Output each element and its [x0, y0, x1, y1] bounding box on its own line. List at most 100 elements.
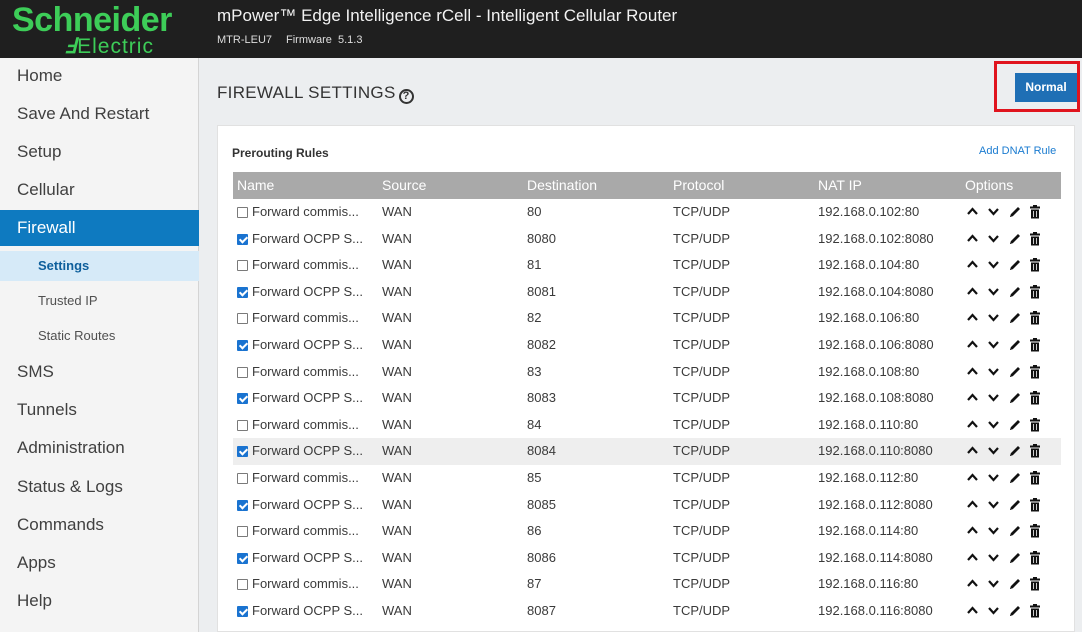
sidebar-item-tunnels[interactable]: Tunnels — [0, 392, 199, 428]
trash-icon[interactable] — [1028, 465, 1044, 491]
chevron-down-icon[interactable] — [986, 571, 1002, 597]
help-icon[interactable]: ? — [398, 89, 414, 104]
sidebar-item-save-and-restart[interactable]: Save And Restart — [0, 96, 199, 132]
chevron-down-icon[interactable] — [986, 492, 1002, 518]
rule-enabled-checkbox[interactable] — [237, 207, 248, 218]
chevron-up-icon[interactable] — [965, 598, 981, 624]
pencil-icon[interactable] — [1007, 359, 1023, 385]
trash-icon[interactable] — [1028, 385, 1044, 411]
schneider-electric-logo[interactable]: Schneider ℲElectric — [12, 2, 202, 58]
rule-enabled-checkbox[interactable] — [237, 579, 248, 591]
trash-icon[interactable] — [1028, 412, 1044, 438]
add-dnat-rule-link[interactable]: Add DNAT Rule — [979, 145, 1056, 157]
table-row[interactable]: Forward commis... WAN 82 TCP/UDP 192.168.0.1… — [233, 305, 1061, 332]
chevron-up-icon[interactable] — [965, 332, 981, 358]
pencil-icon[interactable] — [1007, 385, 1023, 411]
pencil-icon[interactable] — [1007, 492, 1023, 518]
chevron-down-icon[interactable] — [986, 199, 1002, 225]
chevron-down-icon[interactable] — [986, 412, 1002, 438]
trash-icon[interactable] — [1028, 545, 1044, 571]
chevron-up-icon[interactable] — [965, 279, 981, 305]
chevron-up-icon[interactable] — [965, 465, 981, 491]
sidebar-item-cellular[interactable]: Cellular — [0, 172, 199, 208]
trash-icon[interactable] — [1028, 279, 1044, 305]
sidebar-subitem-settings[interactable]: Settings — [0, 251, 199, 281]
pencil-icon[interactable] — [1007, 412, 1023, 438]
chevron-down-icon[interactable] — [986, 598, 1002, 624]
chevron-down-icon[interactable] — [986, 545, 1002, 571]
table-row[interactable]: Forward OCPP S... WAN 8080 TCP/UDP 192.168.0… — [233, 226, 1061, 253]
chevron-down-icon[interactable] — [986, 305, 1002, 331]
rule-enabled-checkbox[interactable] — [237, 313, 248, 325]
trash-icon[interactable] — [1028, 571, 1044, 597]
chevron-down-icon[interactable] — [986, 385, 1002, 411]
rule-enabled-checkbox[interactable] — [237, 473, 248, 484]
chevron-down-icon[interactable] — [986, 226, 1002, 252]
table-row[interactable]: Forward commis... WAN 84 TCP/UDP 192.168.0.1… — [233, 412, 1061, 439]
chevron-up-icon[interactable] — [965, 385, 981, 411]
pencil-icon[interactable] — [1007, 465, 1023, 491]
chevron-up-icon[interactable] — [965, 518, 981, 544]
pencil-icon[interactable] — [1007, 199, 1023, 225]
pencil-icon[interactable] — [1007, 332, 1023, 358]
table-row[interactable]: Forward OCPP S... WAN 8087 TCP/UDP 192.168.0… — [233, 598, 1061, 625]
chevron-up-icon[interactable] — [965, 412, 981, 438]
rule-enabled-checkbox[interactable] — [237, 340, 248, 351]
chevron-down-icon[interactable] — [986, 359, 1002, 385]
chevron-up-icon[interactable] — [965, 545, 981, 571]
sidebar-item-sms[interactable]: SMS — [0, 354, 199, 390]
sidebar-item-firewall[interactable]: Firewall — [0, 210, 199, 246]
trash-icon[interactable] — [1028, 332, 1044, 358]
table-row[interactable]: Forward commis... WAN 86 TCP/UDP 192.168.0.1… — [233, 518, 1061, 545]
rule-enabled-checkbox[interactable] — [237, 393, 248, 405]
table-row[interactable]: Forward commis... WAN 87 TCP/UDP 192.168.0.1… — [233, 571, 1061, 598]
table-row[interactable]: Forward OCPP S... WAN 8084 TCP/UDP 192.168.0… — [233, 438, 1061, 465]
rule-enabled-checkbox[interactable] — [237, 260, 248, 272]
rule-enabled-checkbox[interactable] — [237, 419, 248, 431]
rule-enabled-checkbox[interactable] — [237, 286, 248, 298]
chevron-down-icon[interactable] — [986, 438, 1002, 464]
chevron-up-icon[interactable] — [965, 571, 981, 597]
chevron-up-icon[interactable] — [965, 438, 981, 464]
trash-icon[interactable] — [1028, 518, 1044, 544]
trash-icon[interactable] — [1028, 252, 1044, 278]
sidebar-item-status-logs[interactable]: Status & Logs — [0, 469, 199, 505]
pencil-icon[interactable] — [1007, 438, 1023, 464]
chevron-up-icon[interactable] — [965, 252, 981, 278]
rule-enabled-checkbox[interactable] — [237, 446, 248, 458]
trash-icon[interactable] — [1028, 598, 1044, 624]
chevron-up-icon[interactable] — [965, 199, 981, 225]
table-row[interactable]: Forward commis... WAN 83 TCP/UDP 192.168.0.1… — [233, 359, 1061, 386]
chevron-up-icon[interactable] — [965, 226, 981, 252]
trash-icon[interactable] — [1028, 199, 1044, 225]
trash-icon[interactable] — [1028, 305, 1044, 331]
pencil-icon[interactable] — [1007, 279, 1023, 305]
sidebar-subitem-static-routes[interactable]: Static Routes — [0, 321, 199, 351]
pencil-icon[interactable] — [1007, 571, 1023, 597]
table-row[interactable]: Forward OCPP S... WAN 8086 TCP/UDP 192.168.0… — [233, 545, 1061, 572]
trash-icon[interactable] — [1028, 226, 1044, 252]
pencil-icon[interactable] — [1007, 252, 1023, 278]
rule-enabled-checkbox[interactable] — [237, 233, 248, 245]
table-row[interactable]: Forward commis... WAN 81 TCP/UDP 192.168.0.1… — [233, 252, 1061, 279]
pencil-icon[interactable] — [1007, 518, 1023, 544]
table-row[interactable]: Forward OCPP S... WAN 8082 TCP/UDP 192.168.0… — [233, 332, 1061, 359]
rule-enabled-checkbox[interactable] — [237, 499, 248, 511]
trash-icon[interactable] — [1028, 492, 1044, 518]
trash-icon[interactable] — [1028, 359, 1044, 385]
trash-icon[interactable] — [1028, 438, 1044, 464]
table-row[interactable]: Forward OCPP S... WAN 8085 TCP/UDP 192.168.0… — [233, 492, 1061, 519]
sidebar-item-apps[interactable]: Apps — [0, 545, 199, 581]
sidebar-item-help[interactable]: Help — [0, 583, 199, 619]
sidebar-item-home[interactable]: Home — [0, 58, 199, 94]
pencil-icon[interactable] — [1007, 226, 1023, 252]
chevron-up-icon[interactable] — [965, 305, 981, 331]
chevron-up-icon[interactable] — [965, 492, 981, 518]
chevron-down-icon[interactable] — [986, 252, 1002, 278]
chevron-down-icon[interactable] — [986, 279, 1002, 305]
chevron-down-icon[interactable] — [986, 332, 1002, 358]
rule-enabled-checkbox[interactable] — [237, 606, 248, 617]
table-row[interactable]: Forward OCPP S... WAN 8081 TCP/UDP 192.168.0… — [233, 279, 1061, 306]
pencil-icon[interactable] — [1007, 545, 1023, 571]
chevron-up-icon[interactable] — [965, 359, 981, 385]
